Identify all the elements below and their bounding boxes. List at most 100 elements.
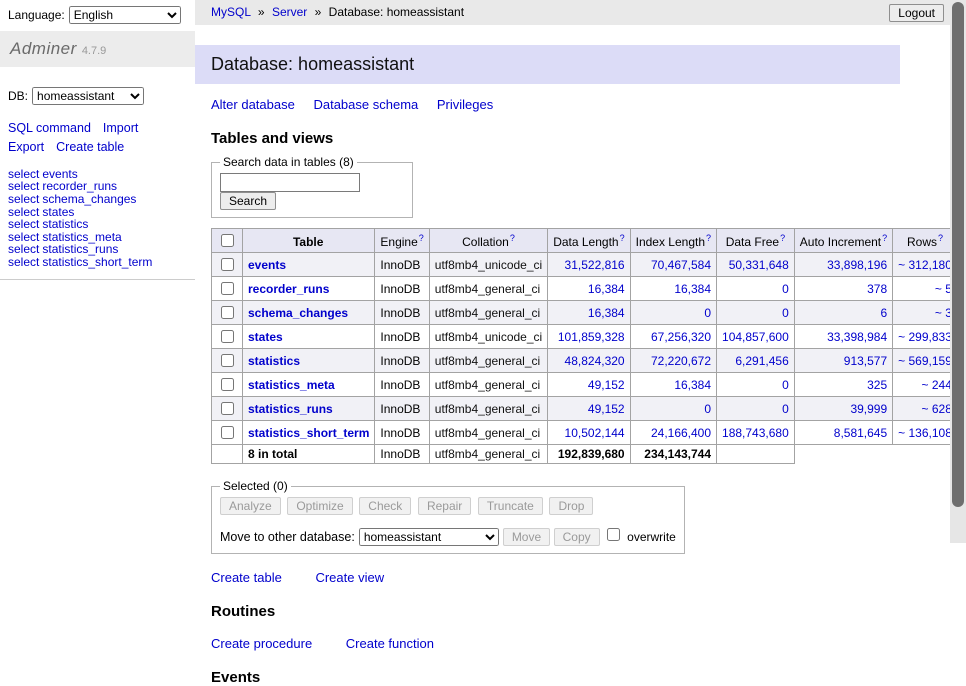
select-link[interactable]: select xyxy=(8,255,39,269)
table-name-link[interactable]: statistics_short_term xyxy=(248,426,369,440)
auto-increment-link[interactable]: 33,898,196 xyxy=(827,258,887,272)
select-all-checkbox[interactable] xyxy=(221,234,234,247)
auto-increment-link[interactable]: 325 xyxy=(867,378,887,392)
create-function-link[interactable]: Create function xyxy=(346,636,434,651)
sql-command-link[interactable]: SQL command xyxy=(8,121,91,135)
auto-increment-link[interactable]: 8,581,645 xyxy=(834,426,887,440)
overwrite-checkbox[interactable] xyxy=(607,528,620,541)
breadcrumb-mysql-link[interactable]: MySQL xyxy=(211,5,251,19)
row-checkbox[interactable] xyxy=(221,330,234,343)
truncate-button[interactable]: Truncate xyxy=(478,497,543,515)
auto-increment-link[interactable]: 378 xyxy=(867,282,887,296)
create-view-link[interactable]: Create view xyxy=(315,570,384,585)
logout-button[interactable]: Logout xyxy=(889,4,944,22)
table-name-link[interactable]: statistics_runs xyxy=(248,402,333,416)
data-free-link[interactable]: 0 xyxy=(782,378,789,392)
auto-increment-link[interactable]: 39,999 xyxy=(850,402,887,416)
row-checkbox-cell xyxy=(212,421,243,445)
check-button[interactable]: Check xyxy=(359,497,411,515)
optimize-button[interactable]: Optimize xyxy=(287,497,352,515)
column-help-icon[interactable]: ? xyxy=(780,233,785,243)
overwrite-label[interactable]: overwrite xyxy=(627,530,676,544)
data-free-link[interactable]: 0 xyxy=(782,282,789,296)
create-table-link-sidebar[interactable]: Create table xyxy=(56,140,124,154)
move-button[interactable]: Move xyxy=(503,528,550,546)
language-row: Language:English xyxy=(0,0,195,29)
data-free-link[interactable]: 6,291,456 xyxy=(735,354,788,368)
index-length-link[interactable]: 0 xyxy=(704,306,711,320)
database-schema-link[interactable]: Database schema xyxy=(313,97,418,112)
db-select[interactable]: homeassistant xyxy=(32,87,144,105)
row-checkbox[interactable] xyxy=(221,282,234,295)
row-checkbox[interactable] xyxy=(221,306,234,319)
table-name-link[interactable]: statistics xyxy=(248,354,300,368)
analyze-button[interactable]: Analyze xyxy=(220,497,281,515)
data-free-link[interactable]: 0 xyxy=(782,306,789,320)
index-length-link[interactable]: 70,467,584 xyxy=(651,258,711,272)
data-length-link[interactable]: 49,152 xyxy=(588,402,625,416)
create-procedure-link[interactable]: Create procedure xyxy=(211,636,312,651)
data-length-link[interactable]: 10,502,144 xyxy=(565,426,625,440)
move-db-select[interactable]: homeassistant xyxy=(359,528,499,546)
index-length-link[interactable]: 67,256,320 xyxy=(651,330,711,344)
privileges-link[interactable]: Privileges xyxy=(437,97,493,112)
alter-database-link[interactable]: Alter database xyxy=(211,97,295,112)
index-length-link[interactable]: 72,220,672 xyxy=(651,354,711,368)
column-help-icon[interactable]: ? xyxy=(706,233,711,243)
column-help-icon[interactable]: ? xyxy=(882,233,887,243)
row-checkbox[interactable] xyxy=(221,258,234,271)
copy-button[interactable]: Copy xyxy=(554,528,600,546)
column-help-icon[interactable]: ? xyxy=(510,233,515,243)
row-checkbox[interactable] xyxy=(221,426,234,439)
table-name-link[interactable]: states xyxy=(248,330,283,344)
export-link[interactable]: Export xyxy=(8,140,44,154)
data-length-link[interactable]: 101,859,328 xyxy=(558,330,625,344)
index-length-link[interactable]: 16,384 xyxy=(674,282,711,296)
rows-link[interactable]: ~ 244 xyxy=(922,378,952,392)
collation-cell: utf8mb4_general_ci xyxy=(429,277,547,301)
index-length-link[interactable]: 0 xyxy=(704,402,711,416)
index-length-link[interactable]: 24,166,400 xyxy=(651,426,711,440)
table-name-link[interactable]: schema_changes xyxy=(248,306,348,320)
import-link[interactable]: Import xyxy=(103,121,138,135)
column-help-icon[interactable]: ? xyxy=(620,233,625,243)
sidebar-table-link[interactable]: schema_changes xyxy=(42,192,136,206)
data-free-link[interactable]: 50,331,648 xyxy=(729,258,789,272)
search-input[interactable] xyxy=(220,173,360,192)
data-length-link[interactable]: 16,384 xyxy=(588,306,625,320)
create-table-link[interactable]: Create table xyxy=(211,570,282,585)
auto-increment-link[interactable]: 6 xyxy=(880,306,887,320)
scrollbar-thumb[interactable] xyxy=(952,2,964,507)
row-checkbox[interactable] xyxy=(221,378,234,391)
data-length-link[interactable]: 16,384 xyxy=(588,282,625,296)
row-checkbox[interactable] xyxy=(221,402,234,415)
drop-button[interactable]: Drop xyxy=(549,497,593,515)
index-length-link[interactable]: 16,384 xyxy=(674,378,711,392)
data-free-link[interactable]: 104,857,600 xyxy=(722,330,789,344)
rows-link[interactable]: ~ 628 xyxy=(922,402,952,416)
data-free-link[interactable]: 188,743,680 xyxy=(722,426,789,440)
search-button[interactable]: Search xyxy=(220,192,276,210)
column-help-icon[interactable]: ? xyxy=(419,233,424,243)
data-length-link[interactable]: 48,824,320 xyxy=(565,354,625,368)
page-scrollbar[interactable] xyxy=(950,0,966,543)
auto-increment-link[interactable]: 913,577 xyxy=(844,354,887,368)
column-help-icon[interactable]: ? xyxy=(938,233,943,243)
sidebar-table-link[interactable]: statistics_short_term xyxy=(42,255,152,269)
rows-link[interactable]: ~ 312,180 xyxy=(898,258,952,272)
data-length-link[interactable]: 31,522,816 xyxy=(565,258,625,272)
row-checkbox[interactable] xyxy=(221,354,234,367)
table-name-link[interactable]: recorder_runs xyxy=(248,282,329,296)
table-name-link[interactable]: statistics_meta xyxy=(248,378,335,392)
language-select[interactable]: English xyxy=(69,6,181,24)
rows-link[interactable]: ~ 136,108 xyxy=(898,426,952,440)
repair-button[interactable]: Repair xyxy=(418,497,471,515)
breadcrumb-server-link[interactable]: Server xyxy=(272,5,307,19)
auto-increment-cell: 378 xyxy=(794,277,892,301)
data-length-link[interactable]: 49,152 xyxy=(588,378,625,392)
data-free-link[interactable]: 0 xyxy=(782,402,789,416)
auto-increment-link[interactable]: 33,398,984 xyxy=(827,330,887,344)
rows-link[interactable]: ~ 569,159 xyxy=(898,354,952,368)
table-name-link[interactable]: events xyxy=(248,258,286,272)
rows-link[interactable]: ~ 299,833 xyxy=(898,330,952,344)
